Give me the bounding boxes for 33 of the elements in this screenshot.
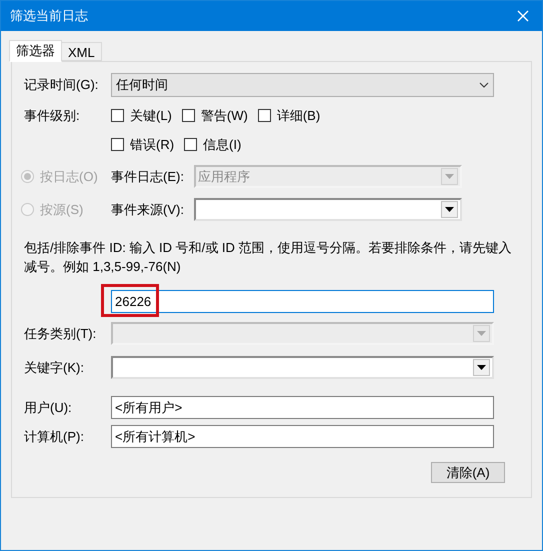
checkbox[interactable] (258, 109, 271, 122)
checkbox-label: 详细(B) (276, 107, 320, 125)
close-icon[interactable] (517, 10, 529, 22)
checkbox-label: 错误(R) (130, 136, 174, 154)
dropdown-field[interactable] (111, 356, 494, 379)
checkbox[interactable] (111, 109, 124, 122)
tab[interactable]: 筛选器 (9, 40, 62, 62)
window-title: 筛选当前日志 (10, 7, 88, 26)
checkbox-label: 警告(W) (200, 107, 248, 125)
text-field[interactable]: <所有计算机> (111, 425, 494, 448)
checkbox-label: 关键(L) (130, 107, 172, 125)
field-label: 事件级别: (24, 107, 81, 125)
checkbox[interactable] (111, 138, 124, 151)
event-id-field[interactable]: 26226 (111, 290, 494, 313)
clear-button[interactable]: 清除(A) (431, 462, 505, 483)
radio-label: 按源(S) (40, 200, 84, 219)
radio-label: 按日志(O) (40, 168, 98, 186)
text-field[interactable]: <所有用户> (111, 396, 494, 419)
field-label: 任务类别(T): (24, 324, 98, 343)
highlight-frame (101, 284, 159, 317)
checkbox-label: 信息(I) (203, 136, 242, 154)
field-label: 事件日志(E): (111, 168, 185, 186)
tab[interactable]: XML (62, 42, 102, 61)
chevron-down-icon (479, 82, 489, 88)
checkbox[interactable] (184, 138, 198, 151)
checkbox[interactable] (182, 109, 195, 122)
field-label: 事件来源(V): (111, 200, 185, 219)
field-label: 记录时间(G): (24, 76, 100, 94)
dropdown-field[interactable]: 任何时间 (111, 73, 494, 97)
field-label: 用户(U): (24, 398, 73, 417)
id-hint-text: 包括/排除事件 ID: 输入 ID 号和/或 ID 范围，使用逗号分隔。若要排除条件，请先键入减号。例如 1,3,5-99,-76(N) (24, 239, 513, 276)
field-label: 计算机(P): (24, 428, 85, 446)
field-label: 关键字(K): (24, 358, 85, 377)
